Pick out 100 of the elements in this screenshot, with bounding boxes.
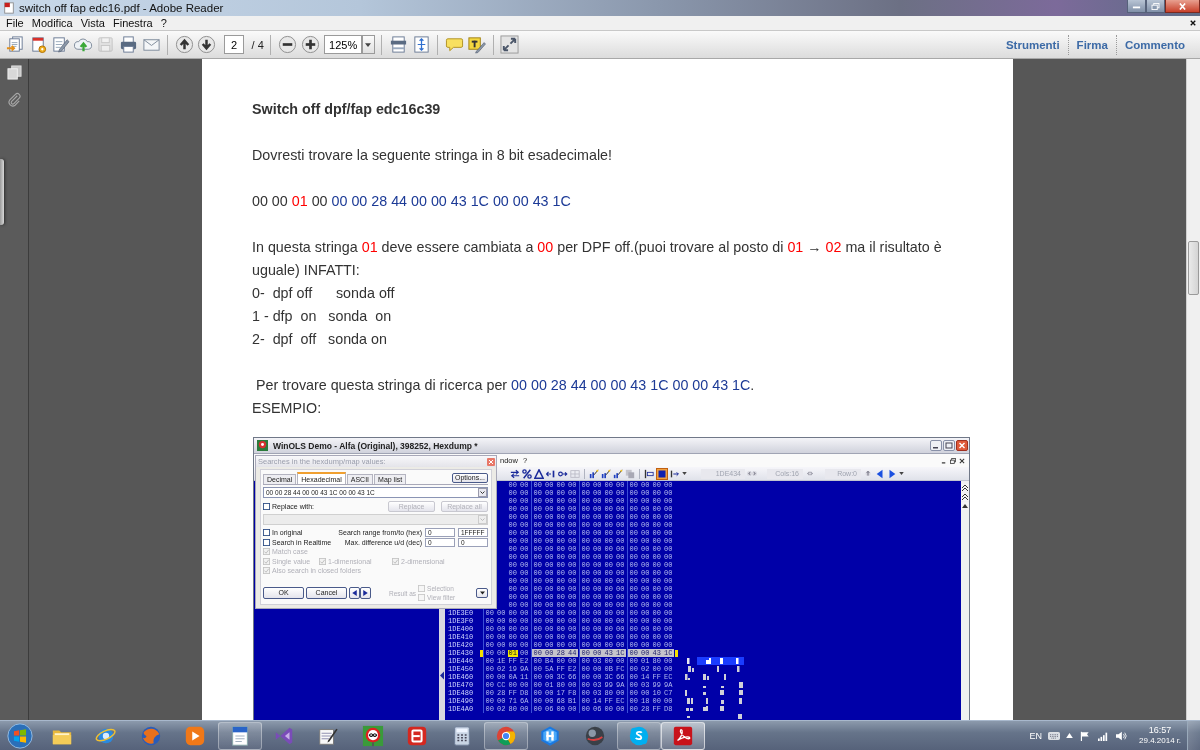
print-icon[interactable] (118, 35, 138, 54)
chart-wand-icon[interactable] (601, 468, 611, 479)
caret-up-icon[interactable] (1066, 733, 1073, 738)
caret-icon (365, 42, 372, 47)
panel-handle[interactable] (0, 159, 4, 225)
arrow-up-icon[interactable] (174, 35, 194, 54)
body-text: In questa stringa 01 deve essere cambiata a 00 per DPF off.(puoi trovare al posto di 01 → 02 ma il risultato è uguale) INFATTI: (252, 238, 943, 280)
spin-arrows-icon[interactable] (747, 470, 757, 477)
pane-tab[interactable]: Firma (1068, 38, 1116, 51)
scrollbar[interactable] (961, 481, 969, 720)
sign-icon[interactable] (361, 724, 384, 747)
checkbox[interactable] (263, 529, 270, 537)
replace-field[interactable] (263, 514, 488, 525)
signal-icon[interactable] (1097, 730, 1109, 741)
spin-arrows-icon[interactable] (863, 470, 873, 477)
documents-arrow-icon[interactable] (6, 35, 25, 54)
chart-wand-icon[interactable] (589, 468, 599, 479)
menu-item[interactable]: Vista (76, 16, 109, 30)
scrollbar-thumb[interactable] (1188, 241, 1199, 295)
step-back-icon[interactable] (546, 468, 556, 479)
close-icon[interactable] (956, 440, 968, 451)
sphere-icon[interactable] (583, 724, 606, 747)
taskbar-button[interactable] (661, 721, 706, 750)
menu-item[interactable]: ? (156, 16, 171, 30)
arrow-right-icon[interactable] (887, 468, 897, 479)
close-icon (1178, 2, 1187, 10)
window-flag-icon (7, 722, 33, 749)
cloud-upload-icon[interactable] (73, 35, 93, 54)
triangle-icon[interactable] (534, 468, 544, 479)
restore-icon[interactable] (950, 457, 956, 464)
fit-page-icon[interactable] (388, 35, 408, 54)
fullscreen-icon[interactable] (500, 35, 520, 54)
pane-tab[interactable]: Strumenti (997, 38, 1068, 51)
arrow-left-icon[interactable] (875, 468, 885, 479)
column-icon[interactable] (644, 468, 654, 479)
hexagon-icon[interactable] (539, 724, 562, 747)
pane-tab[interactable]: Commento (1116, 38, 1193, 51)
highlighter-icon[interactable] (467, 35, 487, 54)
caret-icon (479, 590, 485, 596)
keyboard-icon[interactable] (1048, 730, 1060, 741)
page-count: / 4 (251, 38, 264, 51)
menu-item[interactable]: File (2, 16, 28, 30)
square-icon[interactable] (656, 467, 668, 480)
zoom-out-icon[interactable] (277, 35, 297, 54)
close-button[interactable] (1165, 0, 1200, 13)
menu-item[interactable]: Finestra (108, 16, 157, 30)
next-button[interactable] (360, 587, 371, 599)
caret-icon[interactable] (682, 472, 687, 475)
zoom-in-icon[interactable] (300, 35, 320, 54)
menu-item[interactable]: Modifica (27, 16, 77, 30)
document-icon (3, 2, 15, 14)
taskbar-button[interactable] (483, 721, 528, 750)
more-button[interactable] (476, 588, 488, 598)
heading: Switch off dpf/fap edc16c39 (252, 100, 442, 119)
percent-icon[interactable] (522, 468, 532, 479)
scrollbar[interactable] (1186, 59, 1200, 720)
page-arrows-icon[interactable] (411, 35, 431, 54)
tile-icon[interactable] (406, 724, 429, 747)
body-text: 00 00 01 00 00 00 28 44 00 00 43 1C 00 00 43 1C (252, 192, 572, 211)
bubble-icon (628, 724, 651, 747)
clock[interactable]: 16:57 29.4.2014 г. (1139, 725, 1181, 746)
chart-wand-icon[interactable] (613, 468, 623, 479)
arrow-left-icon[interactable] (440, 671, 444, 680)
page-number-field[interactable]: 2 (223, 35, 244, 54)
flag-icon[interactable] (1079, 730, 1091, 741)
language-indicator[interactable]: EN (1029, 730, 1042, 741)
body-text: Per trovare questa stringa di ricerca per 00 00 28 44 00 00 43 1C 00 00 43 1C. (255, 376, 756, 395)
close-icon[interactable] (959, 457, 965, 464)
paperclip-icon[interactable] (6, 92, 22, 107)
zoom-field[interactable]: 125% (324, 35, 363, 54)
checkbox[interactable] (263, 538, 270, 546)
body-text: Dovresti trovare la seguente stringa in 8 bit esadecimale! (252, 146, 613, 165)
play-icon[interactable] (184, 724, 207, 747)
double-up-icon[interactable] (961, 493, 969, 501)
insert-arrow-icon[interactable] (670, 468, 680, 479)
arrow-left-icon (352, 590, 357, 596)
close-icon[interactable] (1190, 20, 1196, 26)
swap-arrows-icon[interactable] (510, 468, 520, 479)
document-pen-icon[interactable] (51, 35, 71, 54)
checkbox[interactable] (263, 503, 270, 510)
swirl-icon (672, 724, 695, 747)
dropdown-icon[interactable] (478, 488, 487, 497)
body-text: 0- dpf off sonda off (252, 284, 396, 303)
pages-icon[interactable] (6, 65, 22, 80)
speaker-icon[interactable] (1115, 730, 1127, 741)
ascii-preview-graphic (684, 657, 744, 720)
body-text: 1 - dfp on sonda on (252, 307, 393, 326)
minimize-icon[interactable] (930, 440, 942, 451)
maximize-button[interactable] (1146, 0, 1165, 13)
taskbar-button[interactable] (217, 721, 262, 750)
double-up-icon[interactable] (961, 484, 969, 492)
taskbar-button[interactable] (617, 721, 662, 750)
arrow-right-icon (363, 590, 368, 596)
caret-icon[interactable] (899, 472, 904, 475)
body-text: ESEMPIO: (252, 399, 323, 418)
arrow-down-icon[interactable] (197, 35, 217, 54)
previous-button[interactable] (349, 587, 360, 599)
minimize-button[interactable] (1127, 0, 1146, 13)
arrow-up-icon[interactable] (961, 502, 969, 510)
restore-icon[interactable] (943, 440, 955, 451)
